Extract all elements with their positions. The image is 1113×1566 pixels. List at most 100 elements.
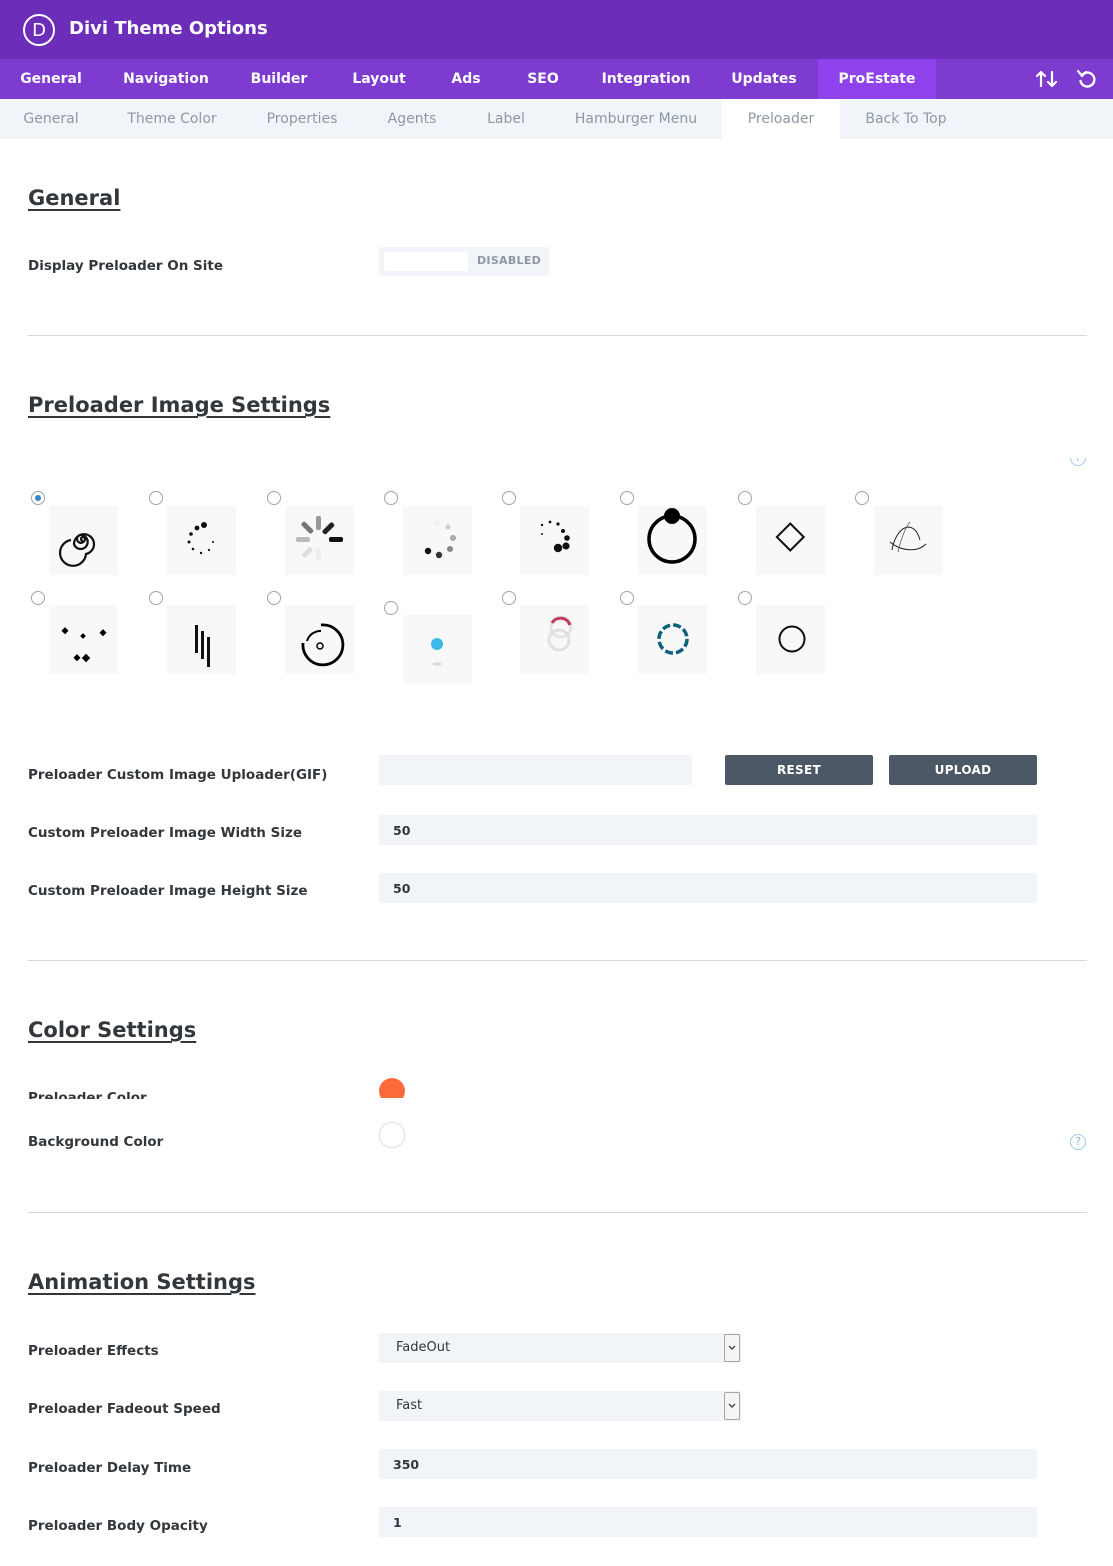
preloader-style-tile-6[interactable] <box>638 506 707 575</box>
preloader-style-radio-12[interactable] <box>384 601 398 615</box>
help-icon[interactable]: ? <box>1070 1134 1086 1150</box>
preloader-color-swatch[interactable] <box>379 1078 405 1098</box>
preloader-style-radio-1[interactable] <box>31 491 45 505</box>
effects-select[interactable]: FadeOut <box>379 1333 741 1363</box>
subtab-preloader[interactable]: Preloader <box>722 99 840 139</box>
tab-general[interactable]: General <box>0 59 102 99</box>
divi-logo: D <box>23 14 55 46</box>
preloader-style-tile-1[interactable] <box>49 506 118 575</box>
tab-ads[interactable]: Ads <box>437 59 495 99</box>
preloader-style-tile-3[interactable] <box>285 506 354 575</box>
arc-spinner-icon <box>301 623 345 667</box>
subtab-agents[interactable]: Agents <box>372 99 452 139</box>
spinner-bars-icon <box>296 516 343 561</box>
preloader-style-tile-14[interactable] <box>638 605 707 674</box>
chevron-down-icon[interactable] <box>724 1392 740 1420</box>
upload-button[interactable]: UPLOAD <box>889 755 1037 785</box>
fading-dots-icon <box>422 521 456 559</box>
display-preloader-toggle[interactable]: DISABLED <box>379 247 549 276</box>
preloader-style-tile-8[interactable] <box>874 506 943 575</box>
preloader-style-tile-13[interactable] <box>520 605 589 674</box>
subtab-properties[interactable]: Properties <box>252 99 352 139</box>
tab-updates[interactable]: Updates <box>720 59 808 99</box>
background-color-swatch[interactable] <box>379 1122 405 1148</box>
divider <box>28 960 1087 961</box>
page-title: Divi Theme Options <box>69 18 268 39</box>
sub-nav: General Theme Color Properties Agents La… <box>0 99 1113 139</box>
image-width-input[interactable] <box>379 815 1037 845</box>
effects-label: Preloader Effects <box>28 1343 159 1359</box>
thin-ring-icon <box>778 625 806 653</box>
orbit-lines-icon <box>889 521 927 553</box>
preloader-color-clip <box>379 1078 405 1098</box>
subtab-general[interactable]: General <box>0 99 102 139</box>
preloader-style-radio-5[interactable] <box>502 491 516 505</box>
divider <box>28 335 1087 336</box>
preloader-style-radio-4[interactable] <box>384 491 398 505</box>
spiral-icon <box>58 533 96 567</box>
preloader-style-tile-11[interactable] <box>285 605 354 674</box>
tab-layout[interactable]: Layout <box>339 59 419 99</box>
section-title-color-settings: Color Settings <box>28 1018 197 1042</box>
fadeout-select[interactable]: Fast <box>379 1391 741 1421</box>
preloader-style-radio-11[interactable] <box>267 591 281 605</box>
preloader-style-radio-10[interactable] <box>149 591 163 605</box>
bouncing-ball-icon <box>431 638 443 666</box>
background-color-label: Background Color <box>28 1134 164 1150</box>
width-label: Custom Preloader Image Width Size <box>28 825 302 841</box>
preloader-style-radio-6[interactable] <box>620 491 634 505</box>
preloader-style-radio-9[interactable] <box>31 591 45 605</box>
ring-ball-icon <box>647 508 697 564</box>
sort-arrows-icon[interactable] <box>1035 67 1059 91</box>
help-icon[interactable]: ? <box>1070 458 1086 466</box>
preloader-style-radio-7[interactable] <box>738 491 752 505</box>
fadeout-value: Fast <box>396 1398 423 1413</box>
preloader-color-label: Preloader Color <box>28 1090 147 1099</box>
tab-integration[interactable]: Integration <box>592 59 700 99</box>
dashed-ring-icon <box>657 623 689 655</box>
subtab-back-to-top[interactable]: Back To Top <box>850 99 962 139</box>
subtab-theme-color[interactable]: Theme Color <box>112 99 232 139</box>
subtab-hamburger-menu[interactable]: Hamburger Menu <box>560 99 712 139</box>
preloader-style-tile-15[interactable] <box>756 605 825 674</box>
uploader-label: Preloader Custom Image Uploader(GIF) <box>28 767 328 783</box>
custom-image-url-input[interactable] <box>379 755 692 785</box>
tab-builder[interactable]: Builder <box>238 59 320 99</box>
delay-label: Preloader Delay Time <box>28 1460 192 1476</box>
help-icon-clipped: ? <box>1070 458 1086 466</box>
preloader-style-radio-3[interactable] <box>267 491 281 505</box>
section-title-general: General <box>28 186 121 210</box>
delay-input[interactable] <box>379 1449 1037 1479</box>
preloader-style-radio-2[interactable] <box>149 491 163 505</box>
preloader-style-tile-9[interactable] <box>49 605 118 674</box>
preloader-style-tile-10[interactable] <box>167 605 236 674</box>
display-preloader-label: Display Preloader On Site <box>28 258 223 274</box>
tab-seo[interactable]: SEO <box>514 59 572 99</box>
preloader-color-label-clip: Preloader Color <box>28 1088 228 1099</box>
preloader-style-tile-12[interactable] <box>403 615 472 684</box>
chevron-down-icon[interactable] <box>724 1334 740 1362</box>
preloader-style-tile-7[interactable] <box>756 506 825 575</box>
preloader-style-tile-4[interactable] <box>403 506 472 575</box>
fadeout-label: Preloader Fadeout Speed <box>28 1401 221 1417</box>
vertical-lines-icon <box>195 625 210 667</box>
section-title-animation-settings: Animation Settings <box>28 1270 256 1294</box>
reset-button[interactable]: RESET <box>725 755 873 785</box>
image-height-input[interactable] <box>379 873 1037 903</box>
opacity-label: Preloader Body Opacity <box>28 1518 208 1534</box>
diamond-icon <box>775 522 806 552</box>
tab-navigation[interactable]: Navigation <box>112 59 220 99</box>
section-title-image-settings: Preloader Image Settings <box>28 393 331 417</box>
height-label: Custom Preloader Image Height Size <box>28 883 308 899</box>
tab-proestate[interactable]: ProEstate <box>818 59 936 99</box>
growing-dots-icon <box>540 520 570 553</box>
undo-icon[interactable] <box>1075 67 1099 91</box>
preloader-style-radio-15[interactable] <box>738 591 752 605</box>
subtab-label[interactable]: Label <box>472 99 540 139</box>
preloader-style-radio-14[interactable] <box>620 591 634 605</box>
preloader-style-tile-5[interactable] <box>520 506 589 575</box>
preloader-style-radio-13[interactable] <box>502 591 516 605</box>
opacity-input[interactable] <box>379 1507 1037 1537</box>
preloader-style-tile-2[interactable] <box>167 506 236 575</box>
preloader-style-radio-8[interactable] <box>855 491 869 505</box>
